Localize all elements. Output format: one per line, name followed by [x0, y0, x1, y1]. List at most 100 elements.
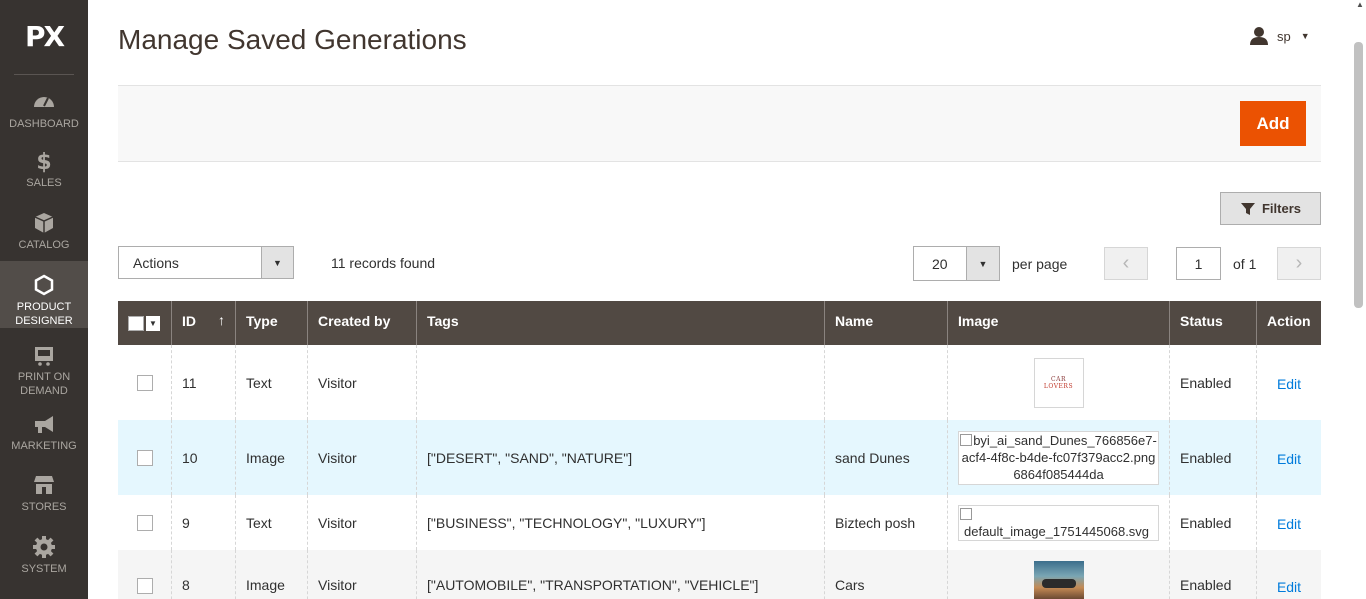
sidebar-item-stores[interactable]: Stores: [0, 473, 88, 513]
chevron-left-icon: ‹: [1122, 252, 1130, 274]
mass-actions-dropdown[interactable]: Actions ▼: [118, 246, 294, 279]
sidebar-item-dashboard[interactable]: Dashboard: [0, 90, 88, 130]
vertical-scrollbar-thumb[interactable]: [1354, 42, 1363, 308]
row-checkbox[interactable]: [136, 578, 153, 594]
mass-actions-label: Actions: [133, 255, 179, 271]
cell-tags: [417, 345, 825, 420]
sidebar-item-catalog[interactable]: Catalog: [0, 211, 88, 251]
cell-type: Text: [236, 345, 308, 420]
sidebar-item-print-on-demand[interactable]: Print On Demand: [0, 343, 88, 397]
select-all-checkbox[interactable]: [128, 316, 144, 331]
cell-created-by: Visitor: [308, 550, 417, 599]
select-all-header[interactable]: ▼: [118, 301, 172, 345]
filters-label: Filters: [1261, 201, 1301, 216]
broken-image-icon: [960, 507, 972, 520]
next-page-button[interactable]: ›: [1277, 247, 1321, 280]
cell-status: Enabled: [1170, 495, 1257, 550]
chevron-right-icon: ›: [1295, 252, 1303, 274]
cell-name: sand Dunes: [825, 420, 948, 495]
row-checkbox[interactable]: [136, 374, 153, 391]
column-label: Status: [1180, 313, 1223, 329]
cell-name: [825, 345, 948, 420]
sidebar-item-marketing[interactable]: Marketing: [0, 412, 88, 452]
column-header-tags[interactable]: Tags: [417, 301, 825, 345]
cell-status: Enabled: [1170, 420, 1257, 495]
edit-link[interactable]: Edit: [1277, 516, 1301, 532]
page-actions-bar: [118, 85, 1321, 162]
sidebar-item-label: Stores: [21, 501, 67, 513]
table-row: 8 Image Visitor ["AUTOMOBILE", "TRANSPOR…: [118, 550, 1321, 599]
brand-logo[interactable]: PX: [0, 20, 88, 53]
column-header-type[interactable]: Type: [236, 301, 308, 345]
records-count: 11 records found: [331, 255, 436, 271]
broken-image-thumbnail[interactable]: byi_ai_sand_Dunes_766856e7-acf4-4f8c-b4d…: [958, 430, 1159, 485]
chevron-down-icon[interactable]: ▼: [146, 316, 160, 331]
sidebar-item-label: Product Designer: [15, 301, 73, 327]
cell-id: 8: [172, 550, 236, 599]
hexagon-icon: [34, 274, 54, 296]
column-header-status[interactable]: Status: [1170, 301, 1257, 345]
sidebar-item-label: Sales: [26, 177, 62, 189]
chevron-down-icon: ▼: [261, 247, 293, 278]
edit-link[interactable]: Edit: [1277, 451, 1301, 467]
sidebar-item-label: System: [21, 563, 67, 575]
sidebar-item-sales[interactable]: $ Sales: [0, 149, 88, 189]
cell-tags: ["BUSINESS", "TECHNOLOGY", "LUXURY"]: [417, 495, 825, 550]
filter-icon: [1240, 202, 1255, 215]
row-checkbox[interactable]: [136, 514, 153, 531]
sort-arrow-icon: ↑: [218, 312, 225, 328]
user-icon: [1250, 27, 1268, 45]
cell-status: Enabled: [1170, 550, 1257, 599]
table-row: 9 Text Visitor ["BUSINESS", "TECHNOLOGY"…: [118, 495, 1321, 550]
table-row: 10 Image Visitor ["DESERT", "SAND", "NAT…: [118, 420, 1321, 495]
column-label: Tags: [427, 313, 459, 329]
edit-link[interactable]: Edit: [1277, 579, 1301, 595]
previous-page-button[interactable]: ‹: [1104, 247, 1148, 280]
cell-type: Image: [236, 420, 308, 495]
page-number-input[interactable]: 1: [1176, 247, 1221, 280]
sidebar-item-label: Dashboard: [9, 118, 79, 130]
column-header-name[interactable]: Name: [825, 301, 948, 345]
box-icon: [34, 213, 54, 233]
column-label: Created by: [318, 313, 391, 329]
filters-button[interactable]: Filters: [1220, 192, 1321, 225]
column-label: Image: [958, 313, 999, 329]
chevron-down-icon: ▼: [1300, 31, 1310, 41]
cell-tags: ["AUTOMOBILE", "TRANSPORTATION", "VEHICL…: [417, 550, 825, 599]
cell-type: Text: [236, 495, 308, 550]
cell-created-by: Visitor: [308, 345, 417, 420]
column-header-id[interactable]: ID ↑: [172, 301, 236, 345]
table-row: 11 Text Visitor CAR LOVERS Enabled Edit: [118, 345, 1321, 420]
generation-thumbnail[interactable]: CAR LOVERS: [1033, 357, 1084, 408]
column-label: Name: [835, 313, 874, 329]
cart-icon: [35, 347, 53, 366]
add-button[interactable]: Add: [1240, 101, 1306, 146]
column-header-image[interactable]: Image: [948, 301, 1170, 345]
broken-image-icon: [960, 433, 973, 446]
sidebar-item-system[interactable]: System: [0, 535, 88, 575]
row-checkbox[interactable]: [136, 449, 153, 466]
gear-icon: [33, 536, 55, 558]
per-page-dropdown[interactable]: 20 ▼: [913, 246, 1000, 281]
cell-name: Biztech posh: [825, 495, 948, 550]
column-header-created-by[interactable]: Created by: [308, 301, 417, 345]
per-page-value: 20: [932, 256, 948, 272]
broken-image-thumbnail[interactable]: default_image_1751445068.svg: [958, 504, 1159, 541]
megaphone-icon: [35, 416, 53, 433]
generations-grid: ▼ ID ↑ Type Created by Tags Name Image S…: [118, 301, 1321, 599]
generation-thumbnail[interactable]: [1033, 561, 1084, 599]
cell-id: 11: [172, 345, 236, 420]
cell-id: 9: [172, 495, 236, 550]
username: sp: [1277, 28, 1291, 44]
edit-link[interactable]: Edit: [1277, 376, 1301, 392]
scroll-up-arrow[interactable]: ▲: [1354, 0, 1366, 14]
user-menu[interactable]: sp ▼: [1249, 26, 1310, 46]
sidebar-item-label: Catalog: [18, 239, 70, 251]
cell-created-by: Visitor: [308, 420, 417, 495]
sidebar-item-label: Marketing: [11, 440, 77, 452]
cell-tags: ["DESERT", "SAND", "NATURE"]: [417, 420, 825, 495]
sidebar-item-product-designer[interactable]: Product Designer: [0, 261, 88, 328]
page-total: of 1: [1233, 256, 1257, 272]
column-label: Type: [246, 313, 278, 329]
column-header-action[interactable]: Action: [1257, 301, 1321, 345]
